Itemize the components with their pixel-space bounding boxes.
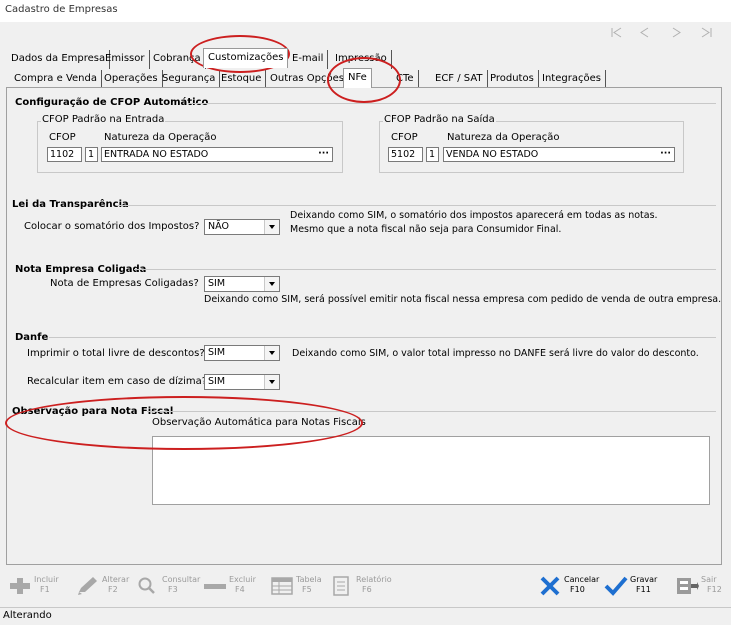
- status-text: Alterando: [3, 610, 52, 621]
- danfe-desconto-label: Imprimir o total livre de descontos?: [27, 348, 205, 359]
- chevron-down-icon[interactable]: [264, 346, 279, 360]
- chevron-down-icon[interactable]: [264, 277, 279, 291]
- plus-icon: [10, 578, 30, 594]
- cfop-saida-natureza-label: Natureza da Operação: [447, 132, 560, 143]
- close-x-icon: [540, 576, 560, 596]
- transparencia-select-value: NÃO: [208, 221, 229, 232]
- alterar-label: Alterar: [102, 575, 130, 584]
- cfop-saida-natureza-value: VENDA NO ESTADO: [446, 149, 539, 160]
- tab-dados-empresa[interactable]: Dados da Empresa: [7, 50, 111, 69]
- cfop-entrada-natureza-value: ENTRADA NO ESTADO: [104, 149, 209, 160]
- coligada-note: Deixando como SIM, será possível emitir …: [204, 294, 722, 305]
- gravar-key: F11: [636, 585, 651, 594]
- alterar-key: F2: [108, 585, 118, 594]
- nfe-panel: Configuração de CFOP Automático CFOP Pad…: [6, 87, 722, 565]
- last-icon[interactable]: [701, 27, 712, 38]
- table-icon: [271, 577, 293, 595]
- window-title: Cadastro de Empresas: [5, 4, 118, 15]
- excluir-label: Excluir: [229, 575, 256, 584]
- lookup-dots-icon[interactable]: ···: [318, 148, 329, 160]
- danfe-dizima-label: Recalcular item em caso de dízima?: [27, 376, 208, 387]
- cfop-entrada-legend: CFOP Padrão na Entrada: [41, 114, 166, 125]
- gravar-label: Gravar: [630, 575, 658, 584]
- exit-icon: [677, 578, 699, 594]
- tab-email[interactable]: E-mail: [288, 50, 329, 69]
- cfop-entrada-code-field[interactable]: 1102: [47, 147, 82, 162]
- tabela-key: F5: [302, 585, 312, 594]
- excluir-key: F4: [235, 585, 245, 594]
- first-icon[interactable]: [611, 27, 622, 38]
- danfe-dizima-select[interactable]: SIM: [204, 374, 280, 390]
- divider: [117, 205, 716, 206]
- cfop-saida-cfop-label: CFOP: [391, 132, 418, 143]
- danfe-dizima-select-value: SIM: [208, 376, 226, 387]
- incluir-key: F1: [40, 585, 50, 594]
- cfop-entrada-cfop-label: CFOP: [49, 132, 76, 143]
- cfop-section-title: Configuração de CFOP Automático: [15, 97, 209, 108]
- transparencia-note-1: Deixando como SIM, o somatório dos impos…: [290, 210, 658, 221]
- danfe-desconto-note: Deixando como SIM, o valor total impress…: [292, 348, 699, 359]
- tab-cobranca[interactable]: Cobrança: [149, 50, 206, 69]
- action-toolbar: Incluir F1 Alterar F2 Consultar F3 Exclu…: [0, 568, 731, 606]
- observacao-label: Observação Automática para Notas Fiscais: [152, 417, 366, 428]
- divider: [134, 269, 716, 270]
- chevron-down-icon[interactable]: [264, 375, 279, 389]
- pencil-icon: [78, 577, 97, 595]
- transparencia-section-title: Lei da Transparência: [12, 199, 129, 210]
- observacao-textarea[interactable]: [152, 436, 710, 505]
- record-navigator: [611, 27, 712, 38]
- transparencia-label: Colocar o somatório dos Impostos?: [24, 221, 200, 232]
- cfop-entrada-natureza-label: Natureza da Operação: [104, 132, 217, 143]
- relatorio-key: F6: [362, 585, 372, 594]
- transparencia-select[interactable]: NÃO: [204, 219, 280, 235]
- cancelar-key: F10: [570, 585, 585, 594]
- divider: [147, 411, 716, 412]
- danfe-desconto-select[interactable]: SIM: [204, 345, 280, 361]
- consultar-key: F3: [168, 585, 178, 594]
- coligada-label: Nota de Empresas Coligadas?: [50, 278, 199, 289]
- incluir-label: Incluir: [34, 575, 59, 584]
- next-icon[interactable]: [672, 27, 681, 38]
- cfop-saida-seq-field[interactable]: 1: [426, 147, 439, 162]
- sair-key: F12: [707, 585, 722, 594]
- coligada-section-title: Nota Empresa Coligada: [15, 264, 147, 275]
- checkmark-icon: [604, 576, 628, 596]
- cfop-saida-code-field[interactable]: 5102: [388, 147, 423, 162]
- cfop-saida-natureza-field[interactable]: VENDA NO ESTADO ···: [443, 147, 675, 162]
- cfop-entrada-natureza-field[interactable]: ENTRADA NO ESTADO ···: [101, 147, 333, 162]
- lookup-dots-icon[interactable]: ···: [660, 148, 671, 160]
- transparencia-note-2: Mesmo que a nota fiscal não seja para Co…: [290, 224, 562, 235]
- minus-icon: [204, 584, 226, 589]
- danfe-section-title: Danfe: [15, 332, 49, 343]
- title-bar: Cadastro de Empresas: [0, 0, 731, 22]
- relatorio-label: Relatório: [356, 575, 392, 584]
- coligada-select[interactable]: SIM: [204, 276, 280, 292]
- coligada-select-value: SIM: [208, 278, 226, 289]
- prev-icon[interactable]: [640, 27, 649, 38]
- report-icon: [333, 576, 349, 596]
- search-icon: [138, 577, 155, 594]
- cancelar-label: Cancelar: [564, 575, 600, 584]
- danfe-desconto-select-value: SIM: [208, 347, 226, 358]
- tab-emissor[interactable]: Emissor: [101, 50, 150, 69]
- tab-impressao[interactable]: Impressão: [331, 50, 392, 69]
- sair-label: Sair: [701, 575, 717, 584]
- tab-customizacoes[interactable]: Customizações: [203, 48, 289, 68]
- divider: [49, 337, 716, 338]
- status-bar: Alterando: [0, 607, 731, 625]
- tabela-label: Tabela: [296, 575, 322, 584]
- consultar-label: Consultar: [162, 575, 201, 584]
- cfop-saida-legend: CFOP Padrão na Saída: [383, 114, 496, 125]
- divider: [188, 103, 716, 104]
- chevron-down-icon[interactable]: [264, 220, 279, 234]
- tab-nfe[interactable]: NFe: [343, 68, 372, 88]
- cfop-entrada-seq-field[interactable]: 1: [85, 147, 98, 162]
